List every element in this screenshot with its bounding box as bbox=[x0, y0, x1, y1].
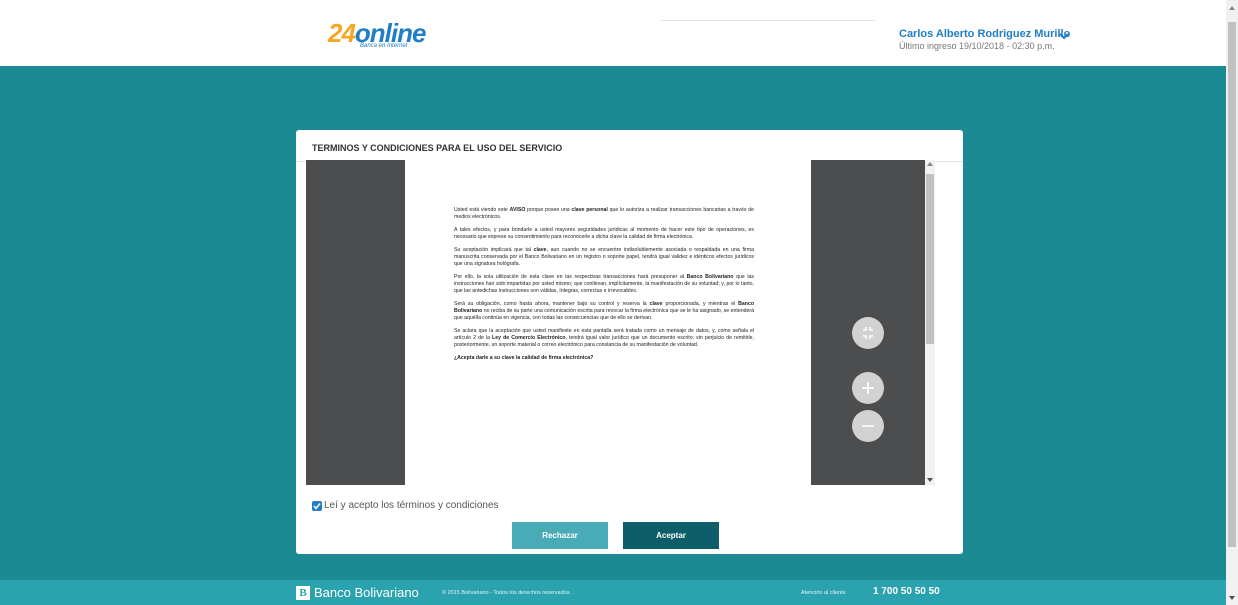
document-paragraph: Se aclara que la aceptación que usted ma… bbox=[454, 328, 754, 349]
zoom-out-icon bbox=[862, 425, 874, 427]
scroll-up-icon[interactable] bbox=[1229, 6, 1235, 10]
document-paragraph: A tales efectos, y para brindarle a uste… bbox=[454, 227, 754, 240]
zoom-in-icon bbox=[862, 382, 874, 394]
header-divider bbox=[660, 20, 875, 21]
document-paragraph: Por ello, la sola utilización de esta cl… bbox=[454, 274, 754, 295]
text-run: proporcionada, y mientras el bbox=[662, 301, 739, 307]
text-run: no reciba de su parte una comunicación e… bbox=[454, 308, 754, 321]
modal-title: TERMINOS Y CONDICIONES PARA EL USO DEL S… bbox=[312, 143, 563, 153]
accept-terms-label[interactable]: Leí y acepto los términos y condiciones bbox=[324, 500, 499, 511]
reject-button[interactable]: Rechazar bbox=[512, 522, 608, 549]
viewer-scrollbar[interactable] bbox=[925, 160, 935, 485]
logo-number: 24 bbox=[328, 18, 356, 48]
document-viewer[interactable]: Usted está viendo este AVISO porque pose… bbox=[306, 160, 935, 485]
text-bold: AVISO bbox=[509, 207, 526, 213]
text-run: Usted está viendo este bbox=[454, 207, 510, 213]
document-page: Usted está viendo este AVISO porque pose… bbox=[405, 160, 811, 485]
zoom-out-button[interactable] bbox=[852, 410, 884, 442]
scroll-up-icon[interactable] bbox=[927, 162, 933, 166]
terms-modal: TERMINOS Y CONDICIONES PARA EL USO DEL S… bbox=[296, 130, 963, 554]
text-run: Será su obligación, como hasta ahora, ma… bbox=[454, 301, 650, 307]
last-login-info: Último ingreso 19/10/2018 - 02:30 p.m. bbox=[899, 41, 1055, 51]
accept-terms-checkbox[interactable] bbox=[312, 501, 322, 511]
chevron-down-icon[interactable] bbox=[1057, 29, 1071, 43]
scroll-down-icon[interactable] bbox=[1229, 596, 1235, 600]
text-run: Por ello, la sola utilización de esta cl… bbox=[454, 274, 687, 280]
copyright-text: © 2015 Bolivariano - Todos los derechos … bbox=[442, 590, 571, 596]
logo-tagline: Banca en Internet bbox=[360, 43, 408, 49]
text-bold: Ley de Comercio Electrónico bbox=[492, 335, 566, 341]
accept-button[interactable]: Aceptar bbox=[623, 522, 719, 549]
scroll-down-icon[interactable] bbox=[927, 478, 933, 482]
document-question: ¿Acepta darle a su clave la calidad de f… bbox=[454, 355, 754, 362]
text-bold: clave bbox=[533, 247, 547, 253]
text-bold: clave personal bbox=[571, 207, 608, 213]
fit-page-icon bbox=[863, 327, 873, 339]
document-paragraph: Usted está viendo este AVISO porque pose… bbox=[454, 207, 754, 221]
support-label: Atención al cliente bbox=[801, 590, 846, 596]
scrollbar-thumb[interactable] bbox=[1228, 22, 1236, 547]
zoom-in-button[interactable] bbox=[852, 372, 884, 404]
window-scrollbar[interactable] bbox=[1226, 0, 1238, 605]
24online-logo[interactable]: 24online Banca en Internet bbox=[328, 19, 428, 51]
bank-name: Banco Bolivariano bbox=[314, 585, 419, 600]
check-icon bbox=[313, 503, 321, 510]
text-bold: clave bbox=[649, 301, 663, 307]
bank-logo-icon: B bbox=[296, 586, 310, 600]
support-phone[interactable]: 1 700 50 50 50 bbox=[873, 586, 940, 597]
page-footer: B Banco Bolivariano © 2015 Bolivariano -… bbox=[0, 580, 1226, 605]
text-bold: ¿Acepta darle a su clave la calidad de f… bbox=[454, 355, 594, 361]
document-paragraph: Será su obligación, como hasta ahora, ma… bbox=[454, 301, 754, 322]
document-text: Usted está viendo este AVISO porque pose… bbox=[454, 207, 754, 368]
text-run: porque posee una bbox=[525, 207, 572, 213]
scrollbar-thumb[interactable] bbox=[926, 174, 934, 344]
user-name[interactable]: Carlos Alberto Rodriguez Murillo bbox=[899, 28, 1070, 40]
text-bold: Banco Bolivariano bbox=[686, 274, 734, 280]
fit-page-button[interactable] bbox=[852, 317, 884, 349]
text-run: Su aceptación implicará que tal bbox=[454, 247, 534, 253]
document-paragraph: Su aceptación implicará que tal clave, a… bbox=[454, 247, 754, 268]
top-header: 24online Banca en Internet Carlos Albert… bbox=[0, 0, 1226, 66]
